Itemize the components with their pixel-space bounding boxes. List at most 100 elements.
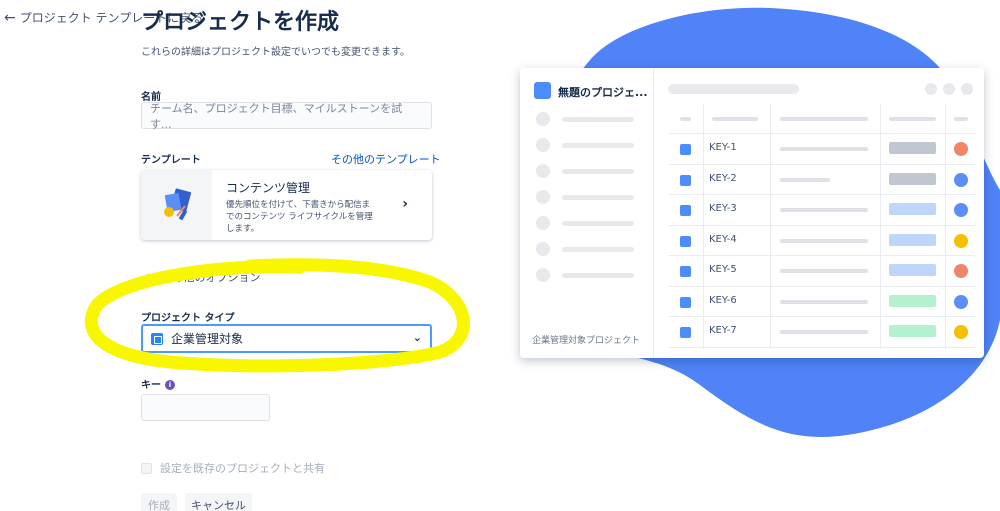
placeholder-dot-icon [536, 164, 550, 178]
issue-type-icon [680, 144, 691, 155]
chevron-down-icon: ⌄ [146, 269, 154, 279]
placeholder-bar [562, 142, 634, 148]
template-description: 優先順位を付けて、下書きから配信までのコンテンツ ライフサイクルを管理します。 [226, 200, 373, 234]
preview-search-placeholder [668, 84, 799, 94]
create-button[interactable]: 作成 [141, 493, 177, 511]
placeholder-dot-icon [536, 112, 550, 126]
issue-type-icon [680, 205, 691, 216]
placeholder-dot-icon [536, 190, 550, 204]
preview-footer-label: 企業管理対象プロジェクト [532, 336, 641, 346]
placeholder-bar [562, 168, 634, 174]
table-row: KEY-5 [668, 256, 975, 287]
key-input[interactable] [141, 394, 270, 421]
project-type-select[interactable]: 企業管理対象 ⌄ [141, 324, 432, 353]
placeholder-dot-icon [536, 138, 550, 152]
header-placeholder-bar [954, 117, 968, 121]
preview-sidebar-item [536, 138, 634, 152]
share-settings-checkbox[interactable] [141, 462, 152, 474]
assignee-avatar [954, 294, 968, 309]
preview-sidebar: 無題のプロジェ... 企業管理対象プロジェクト [520, 68, 654, 358]
template-label: テンプレート [141, 155, 201, 166]
summary-placeholder-bar [780, 177, 830, 182]
template-thumbnail [141, 170, 212, 240]
header-placeholder-bar [712, 117, 758, 121]
issue-key: KEY-2 [709, 172, 737, 184]
preview-issue-table: KEY-1 KEY-2 KEY-3 KEY-4 KEY-5 KEY-6 KEY-7 [668, 104, 975, 348]
assignee-avatar [954, 325, 968, 339]
status-placeholder-badge [889, 294, 936, 307]
placeholder-bar [562, 246, 634, 252]
name-input[interactable]: チーム名、プロジェクト目標、マイルストーンを試す... [141, 101, 432, 131]
assignee-avatar [954, 233, 968, 248]
cancel-button[interactable]: キャンセル [185, 493, 252, 511]
name-input-placeholder: チーム名、プロジェクト目標、マイルストーンを試す... [150, 101, 403, 131]
placeholder-bar [562, 272, 634, 278]
template-card[interactable]: コンテンツ管理 優先順位を付けて、下書きから配信までのコンテンツ ライフサイクル… [141, 170, 432, 240]
window-dot-icon [943, 83, 955, 95]
preview-sidebar-item [536, 164, 634, 178]
table-row: KEY-7 [668, 317, 975, 348]
summary-placeholder-bar [780, 147, 868, 151]
preview-sidebar-item [536, 190, 634, 204]
summary-placeholder-bar [780, 299, 868, 304]
preview-project-name: 無題のプロジェ... [558, 86, 648, 99]
page-subtitle: これらの詳細はプロジェクト設定でいつでも変更できます。 [141, 47, 410, 58]
window-dot-icon [961, 83, 973, 95]
preview-sidebar-item [536, 216, 634, 230]
content-management-illustration-icon [164, 188, 192, 221]
project-avatar-icon [534, 82, 551, 99]
assignee-avatar [954, 203, 968, 217]
status-placeholder-badge [889, 264, 936, 276]
issue-key: KEY-6 [709, 294, 737, 306]
assignee-avatar [954, 264, 968, 278]
chevron-down-icon: ⌄ [412, 331, 422, 344]
table-row: KEY-1 [668, 134, 975, 165]
issue-type-icon [680, 296, 691, 308]
status-placeholder-badge [889, 172, 936, 185]
template-name: コンテンツ管理 [226, 181, 311, 195]
status-placeholder-badge [889, 203, 936, 215]
project-type-value: 企業管理対象 [171, 332, 244, 346]
issue-type-icon [680, 327, 691, 338]
summary-placeholder-bar [780, 269, 868, 273]
table-row: KEY-4 [668, 226, 975, 256]
issue-type-icon [680, 266, 691, 277]
placeholder-dot-icon [536, 242, 550, 256]
project-type-icon [151, 332, 163, 345]
summary-placeholder-bar [780, 238, 868, 243]
preview-sidebar-item [536, 268, 634, 282]
header-placeholder-bar [680, 117, 691, 121]
preview-sidebar-item [536, 242, 634, 256]
summary-placeholder-bar [780, 330, 868, 334]
share-settings-row: 設定を既存のプロジェクトと共有 [141, 460, 325, 476]
more-templates-link[interactable]: その他のテンプレート [331, 151, 441, 167]
project-type-label: プロジェクト タイプ [141, 313, 235, 324]
issue-type-icon [680, 235, 691, 247]
status-placeholder-badge [889, 233, 936, 246]
issue-key: KEY-4 [709, 233, 737, 245]
issue-key: KEY-5 [709, 264, 737, 275]
table-row: KEY-2 [668, 165, 975, 195]
table-row: KEY-3 [668, 195, 975, 226]
placeholder-bar [562, 116, 634, 122]
table-row: KEY-6 [668, 287, 975, 317]
status-placeholder-badge [889, 325, 936, 337]
table-header-row [668, 104, 975, 134]
chevron-right-icon: › [402, 196, 408, 212]
project-preview-card: 無題のプロジェ... 企業管理対象プロジェクト KEY-1 KEY-2 KEY-3 K… [520, 68, 984, 358]
key-label-group: キー i [141, 376, 175, 391]
arrow-left-icon: ← [4, 9, 16, 26]
info-icon[interactable]: i [165, 380, 175, 390]
placeholder-bar [562, 194, 634, 200]
status-placeholder-badge [889, 142, 936, 154]
issue-key: KEY-7 [709, 325, 737, 336]
assignee-avatar [954, 172, 968, 187]
issue-key: KEY-1 [709, 142, 737, 153]
more-options-toggle[interactable]: ⌄ その他のオプション [146, 269, 261, 285]
summary-placeholder-bar [780, 208, 868, 212]
issue-key: KEY-3 [709, 203, 737, 214]
more-options-label: その他のオプション [161, 271, 261, 284]
page-title: プロジェクトを作成 [141, 10, 340, 35]
placeholder-bar [562, 220, 634, 226]
issue-type-icon [680, 174, 691, 186]
